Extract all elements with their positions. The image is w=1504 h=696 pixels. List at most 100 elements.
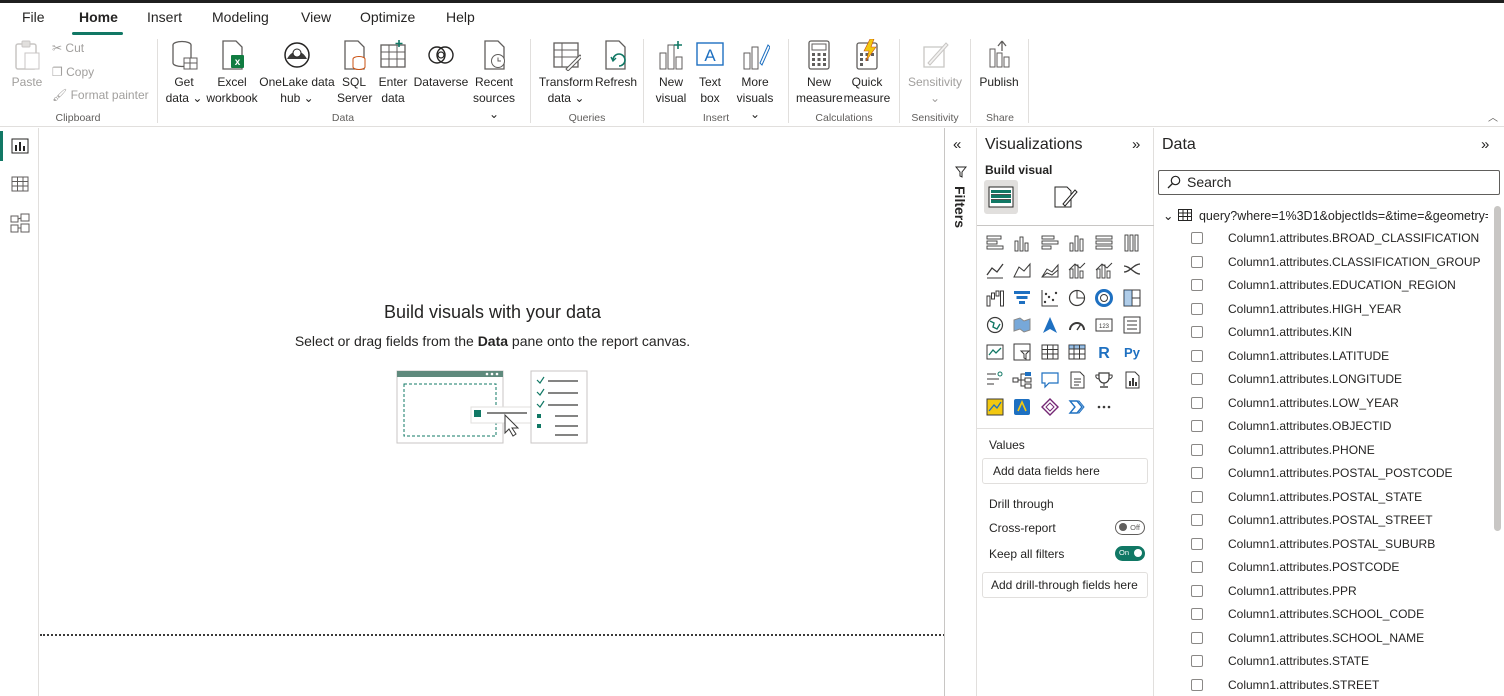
field-checkbox[interactable]	[1191, 467, 1203, 479]
field-item[interactable]: Column1.attributes.PHONE	[1191, 442, 1491, 462]
field-checkbox[interactable]	[1191, 608, 1203, 620]
line-clustered-column-icon[interactable]	[1092, 258, 1116, 282]
field-checkbox[interactable]	[1191, 631, 1203, 644]
new-measure-button[interactable]: New measure	[796, 39, 843, 106]
pie-chart-icon[interactable]	[1065, 286, 1089, 310]
field-item[interactable]: Column1.attributes.POSTAL_STREET	[1191, 512, 1491, 532]
enter-data-button[interactable]: Enter data	[376, 39, 410, 106]
expand-filters-icon[interactable]: «	[953, 136, 961, 153]
ribbon-chart-icon[interactable]	[1120, 258, 1144, 282]
get-data-button[interactable]: Get data ⌄	[163, 39, 205, 106]
tab-optimize[interactable]: Optimize	[360, 9, 415, 25]
waterfall-chart-icon[interactable]	[983, 286, 1007, 310]
field-checkbox[interactable]	[1191, 584, 1203, 597]
field-checkbox[interactable]	[1191, 537, 1203, 550]
field-checkbox[interactable]	[1191, 373, 1203, 385]
tab-insert[interactable]: Insert	[147, 9, 182, 25]
field-checkbox[interactable]	[1191, 490, 1203, 503]
power-apps-icon[interactable]	[1010, 395, 1034, 419]
field-item[interactable]: Column1.attributes.SCHOOL_NAME	[1191, 630, 1491, 650]
field-item[interactable]: Column1.attributes.SCHOOL_CODE	[1191, 606, 1491, 626]
quick-measure-button[interactable]: Quick measure	[842, 39, 892, 106]
scatter-chart-icon[interactable]	[1038, 286, 1062, 310]
gauge-icon[interactable]	[1065, 313, 1089, 337]
cross-report-toggle[interactable]: Off	[1115, 520, 1145, 535]
field-item[interactable]: Column1.attributes.LONGITUDE	[1191, 371, 1491, 391]
values-drop-well[interactable]: Add data fields here	[982, 458, 1148, 484]
tab-help[interactable]: Help	[446, 9, 475, 25]
field-item[interactable]: Column1.attributes.BROAD_CLASSIFICATION	[1191, 230, 1491, 250]
dataverse-button[interactable]: Dataverse	[413, 39, 469, 90]
field-checkbox[interactable]	[1191, 279, 1203, 291]
field-checkbox[interactable]	[1191, 655, 1203, 667]
map-icon[interactable]	[983, 313, 1007, 337]
azure-map-icon[interactable]	[1038, 313, 1062, 337]
metrics-icon[interactable]	[1092, 368, 1116, 392]
funnel-chart-icon[interactable]	[1010, 286, 1034, 310]
table-node[interactable]: ⌄ query?where=1%3D1&objectIds=&time=&geo…	[1163, 208, 1488, 223]
copy-button[interactable]: ❐ Copy	[52, 65, 94, 79]
field-checkbox[interactable]	[1191, 420, 1203, 432]
report-view-button[interactable]	[0, 131, 39, 161]
field-checkbox[interactable]	[1191, 396, 1203, 409]
transform-data-button[interactable]: Transform data ⌄	[538, 39, 594, 106]
more-options-icon[interactable]	[1092, 395, 1116, 419]
chevron-down-icon[interactable]: ⌄	[1163, 208, 1175, 223]
field-item[interactable]: Column1.attributes.STREET	[1191, 677, 1491, 696]
collapse-ribbon-icon[interactable]: ︿	[1488, 109, 1498, 124]
arcgis-map-icon[interactable]	[983, 395, 1007, 419]
cut-button[interactable]: ✂ Cut	[52, 41, 84, 55]
field-checkbox[interactable]	[1191, 443, 1203, 456]
data-pane-scrollbar[interactable]	[1494, 206, 1501, 531]
field-checkbox[interactable]	[1191, 326, 1203, 338]
r-visual-icon[interactable]: R	[1092, 340, 1116, 364]
line-stacked-column-icon[interactable]	[1065, 258, 1089, 282]
field-checkbox[interactable]	[1191, 302, 1203, 315]
area-chart-icon[interactable]	[1010, 258, 1034, 282]
stacked-bar-chart-icon[interactable]	[983, 231, 1007, 255]
paste-button[interactable]: Paste	[10, 39, 44, 90]
field-item[interactable]: Column1.attributes.POSTAL_STATE	[1191, 489, 1491, 509]
python-visual-icon[interactable]: Py	[1120, 340, 1144, 364]
format-visual-tab[interactable]	[1048, 180, 1082, 214]
multi-row-card-icon[interactable]	[1120, 313, 1144, 337]
onelake-data-hub-button[interactable]: OneLake data hub ⌄	[259, 39, 335, 106]
card-icon[interactable]: 123	[1092, 313, 1116, 337]
field-item[interactable]: Column1.attributes.POSTAL_SUBURB	[1191, 536, 1491, 556]
drill-through-drop-well[interactable]: Add drill-through fields here	[982, 572, 1148, 598]
decomposition-tree-icon[interactable]	[1010, 368, 1034, 392]
field-item[interactable]: Column1.attributes.POSTCODE	[1191, 559, 1491, 579]
100-stacked-bar-chart-icon[interactable]	[1092, 231, 1116, 255]
donut-chart-icon[interactable]	[1092, 286, 1116, 310]
more-visuals-button[interactable]: More visuals ⌄	[731, 39, 779, 122]
tab-modeling[interactable]: Modeling	[212, 9, 269, 25]
field-checkbox[interactable]	[1191, 255, 1203, 268]
field-checkbox[interactable]	[1191, 349, 1203, 362]
stacked-area-chart-icon[interactable]	[1038, 258, 1062, 282]
report-canvas[interactable]: Build visuals with your data Select or d…	[40, 128, 945, 696]
field-checkbox[interactable]	[1191, 561, 1203, 573]
model-view-button[interactable]	[0, 208, 39, 238]
clustered-bar-chart-icon[interactable]	[1038, 231, 1062, 255]
refresh-button[interactable]: Refresh	[595, 39, 637, 90]
tab-file[interactable]: File	[22, 9, 45, 25]
slicer-icon[interactable]	[1010, 340, 1034, 364]
matrix-icon[interactable]	[1065, 340, 1089, 364]
qa-icon[interactable]	[1038, 368, 1062, 392]
publish-button[interactable]: Publish	[978, 39, 1020, 90]
field-item[interactable]: Column1.attributes.POSTAL_POSTCODE	[1191, 465, 1491, 485]
table-icon[interactable]	[1038, 340, 1062, 364]
table-view-button[interactable]	[0, 169, 39, 199]
narrative-icon[interactable]	[1065, 368, 1089, 392]
filters-pane-collapsed[interactable]: « Filters	[945, 128, 977, 696]
field-item[interactable]: Column1.attributes.OBJECTID	[1191, 418, 1491, 438]
build-visual-tab[interactable]	[984, 180, 1018, 214]
field-item[interactable]: Column1.attributes.LATITUDE	[1191, 348, 1491, 368]
field-checkbox[interactable]	[1191, 678, 1203, 691]
sql-server-button[interactable]: SQL Server	[337, 39, 372, 106]
search-input[interactable]	[1187, 174, 1487, 190]
excel-workbook-button[interactable]: x Excel workbook	[204, 39, 260, 106]
field-item[interactable]: Column1.attributes.KIN	[1191, 324, 1491, 344]
sensitivity-button[interactable]: Sensitivity ⌄	[906, 39, 964, 106]
recent-sources-button[interactable]: Recent sources ⌄	[468, 39, 520, 122]
